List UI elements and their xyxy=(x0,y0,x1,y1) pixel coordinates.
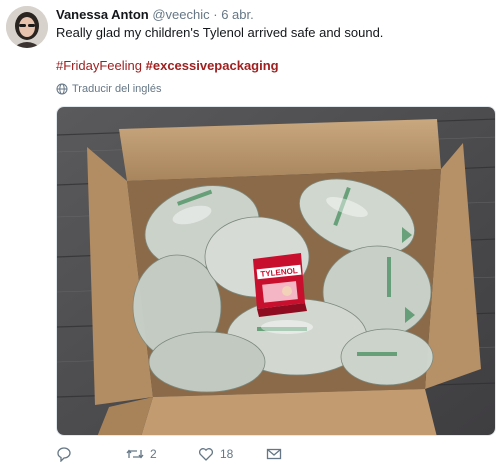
like-button[interactable]: 18 xyxy=(198,446,233,462)
tweet-header: Vanessa Anton @veechic · 6 abr. xyxy=(56,7,254,23)
like-count: 18 xyxy=(220,447,234,461)
reply-button[interactable] xyxy=(56,446,72,462)
translate-link[interactable]: Traducir del inglés xyxy=(56,82,161,96)
tweet-timestamp[interactable]: 6 abr. xyxy=(221,7,254,22)
envelope-icon xyxy=(266,448,282,460)
author-name[interactable]: Vanessa Anton xyxy=(56,7,149,22)
reply-icon xyxy=(57,447,71,462)
translate-label: Traducir del inglés xyxy=(72,83,162,95)
avatar[interactable] xyxy=(6,6,48,48)
direct-message-button[interactable] xyxy=(266,446,282,462)
avatar-image xyxy=(6,6,48,48)
globe-icon xyxy=(56,83,68,95)
retweet-icon xyxy=(126,449,144,459)
retweet-button[interactable]: 2 xyxy=(126,446,157,462)
retweet-count: 2 xyxy=(150,447,157,461)
box-photo-image: TYLENOL xyxy=(57,107,495,435)
tylenol-box: TYLENOL xyxy=(253,253,307,317)
heart-icon xyxy=(198,448,214,461)
tweet-hashtags: #FridayFeeling #excessivepackaging xyxy=(56,58,279,74)
separator-dot: · xyxy=(213,7,218,22)
tweet-text: Really glad my children's Tylenol arrive… xyxy=(56,25,384,40)
hashtag-excessive-packaging[interactable]: #excessivepackaging xyxy=(146,58,279,73)
tweet-photo[interactable]: TYLENOL xyxy=(56,106,496,436)
hashtag-friday-feeling[interactable]: #FridayFeeling xyxy=(56,58,142,73)
author-handle[interactable]: @veechic xyxy=(152,7,209,22)
